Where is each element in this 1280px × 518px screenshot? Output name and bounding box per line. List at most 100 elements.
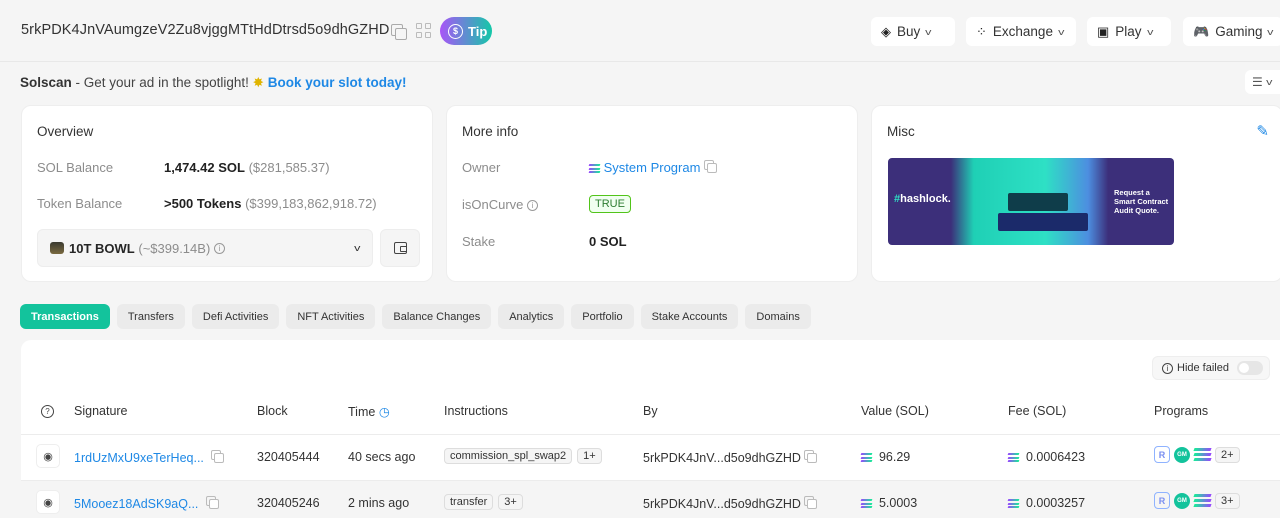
block-link[interactable]: 320405246 <box>257 496 320 510</box>
gm-icon[interactable]: GM <box>1174 492 1190 509</box>
nav-buy-label: Buy <box>897 24 921 39</box>
more-programs-badge[interactable]: 2+ <box>1215 446 1240 463</box>
sol-balance-amount: 1,474.42 SOL <box>164 160 245 175</box>
value-cell: 96.29 <box>860 450 910 464</box>
info-icon: i <box>1162 362 1173 374</box>
signature-cell: 5Mooez18AdSK9aQ... <box>74 496 219 511</box>
owner-link[interactable]: System Program <box>604 160 701 175</box>
tab-stake-accounts[interactable]: Stake Accounts <box>640 304 739 329</box>
play-icon: ▣ <box>1097 23 1110 39</box>
token-balance-label: Token Balance <box>37 196 123 211</box>
tab-portfolio[interactable]: Portfolio <box>571 304 634 329</box>
copy-icon[interactable] <box>391 24 407 40</box>
chevron-down-icon: v <box>925 26 932 37</box>
table-row: ◉ 5Mooez18AdSK9aQ... 320405246 2 mins ag… <box>21 481 1280 518</box>
token-balance-usd: ($399,183,862,918.72) <box>245 196 377 211</box>
col-block: Block <box>257 404 288 418</box>
solana-icon <box>860 453 873 463</box>
toggle-switch[interactable] <box>1236 361 1263 375</box>
nav-play-button[interactable]: ▣ Play v <box>1087 17 1171 46</box>
account-tabs: Transactions Transfers Defi Activities N… <box>20 304 811 329</box>
help-icon[interactable]: ? <box>41 404 54 419</box>
by-cell: 5rkPDK4JnV...d5o9dhGZHD <box>643 450 818 465</box>
token-select[interactable]: 10T BOWL (~$399.14B) i v <box>37 229 373 267</box>
top-bar: 5rkPDK4JnVAumgzeV2Zu8vjggMTtHdDtrsd5o9dh… <box>0 0 1280 62</box>
sol-balance-label: SOL Balance <box>37 160 114 175</box>
clock-icon[interactable]: ◷ <box>379 405 390 419</box>
signature-link[interactable]: 5Mooez18AdSK9aQ... <box>74 497 198 511</box>
tab-domains[interactable]: Domains <box>745 304 811 329</box>
misc-card: Misc ✎ #hashlock. Request a Smart Contra… <box>871 105 1280 282</box>
by-address[interactable]: 5rkPDK4JnV...d5o9dhGZHD <box>643 451 801 465</box>
copy-icon[interactable] <box>211 450 225 463</box>
sparkle-icon: ✸ <box>252 75 264 90</box>
tab-analytics[interactable]: Analytics <box>498 304 565 329</box>
more-programs-badge[interactable]: 3+ <box>1215 492 1240 509</box>
eye-icon[interactable]: ◉ <box>36 490 60 514</box>
signature-link[interactable]: 1rdUzMxU9xeTerHeq... <box>74 451 204 465</box>
solana-program-icon[interactable] <box>1193 494 1212 507</box>
solana-program-icon[interactable] <box>1193 448 1212 461</box>
hide-failed-toggle[interactable]: i Hide failed <box>1152 356 1270 380</box>
stake-label: Stake <box>462 234 496 249</box>
misc-title: Misc <box>887 124 915 139</box>
tip-button[interactable]: $ Tip <box>440 17 492 45</box>
block-link[interactable]: 320405444 <box>257 450 320 464</box>
raydium-icon[interactable]: R <box>1154 492 1170 509</box>
copy-icon[interactable] <box>804 450 818 463</box>
col-time: Time ◷ <box>348 405 390 419</box>
gm-icon[interactable]: GM <box>1174 446 1190 463</box>
nav-gaming-button[interactable]: 🎮 Gaming v <box>1183 17 1280 46</box>
sol-balance-value: 1,474.42 SOL ($281,585.37) <box>164 160 330 175</box>
owner-value: System Program <box>588 160 718 175</box>
wallet-button[interactable] <box>380 229 420 267</box>
raydium-icon[interactable]: R <box>1154 446 1170 463</box>
copy-icon[interactable] <box>704 160 718 173</box>
by-address[interactable]: 5rkPDK4JnV...d5o9dhGZHD <box>643 497 801 511</box>
time-cell: 40 secs ago <box>348 450 416 464</box>
token-name: 10T BOWL <box>69 240 135 256</box>
chevron-down-icon: v <box>353 243 360 253</box>
qr-code-icon[interactable] <box>416 23 431 38</box>
more-info-title: More info <box>462 124 519 139</box>
nav-exchange-button[interactable]: ⁘ Exchange v <box>966 17 1076 46</box>
instructions-cell: transfer 3+ <box>444 494 528 510</box>
tab-transactions[interactable]: Transactions <box>20 304 110 329</box>
col-fee: Fee (SOL) <box>1008 404 1067 418</box>
fee-cell: 0.0006423 <box>1007 450 1085 464</box>
tab-nft-activities[interactable]: NFT Activities <box>286 304 376 329</box>
wallet-icon <box>393 242 407 254</box>
list-icon: ☰ <box>1252 75 1263 89</box>
view-options-button[interactable]: ☰ v <box>1245 70 1280 94</box>
chevron-down-icon: v <box>1265 77 1273 87</box>
eye-icon[interactable]: ◉ <box>36 444 60 468</box>
copy-icon[interactable] <box>804 496 818 509</box>
tab-transfers[interactable]: Transfers <box>116 304 185 329</box>
ad-brand: Solscan <box>20 75 72 90</box>
more-instructions-badge[interactable]: 1+ <box>577 448 602 464</box>
by-cell: 5rkPDK4JnV...d5o9dhGZHD <box>643 496 818 511</box>
signature-cell: 1rdUzMxU9xeTerHeq... <box>74 450 225 465</box>
sol-balance-usd: ($281,585.37) <box>248 160 330 175</box>
token-icon <box>50 242 64 254</box>
nav-buy-button[interactable]: ◈ Buy v <box>871 17 955 46</box>
copy-icon[interactable] <box>205 496 219 509</box>
banner-brand: #hashlock. <box>894 193 951 205</box>
instruction-badge: commission_spl_swap2 <box>444 448 573 464</box>
hashlock-ad-banner[interactable]: #hashlock. Request a Smart Contract Audi… <box>888 158 1174 245</box>
tab-balance-changes[interactable]: Balance Changes <box>382 304 492 329</box>
chevron-down-icon: v <box>1058 26 1065 37</box>
token-balance-value: >500 Tokens ($399,183,862,918.72) <box>164 196 377 211</box>
more-instructions-badge[interactable]: 3+ <box>498 494 523 510</box>
value-cell: 5.0003 <box>860 496 917 510</box>
chevron-down-icon: v <box>1146 26 1153 37</box>
solana-icon <box>1007 453 1020 463</box>
pencil-icon[interactable]: ✎ <box>1256 122 1269 140</box>
tab-defi-activities[interactable]: Defi Activities <box>191 304 280 329</box>
table-row: ◉ 1rdUzMxU9xeTerHeq... 320405444 40 secs… <box>21 435 1280 480</box>
programs-cell: R GM 2+ <box>1154 446 1245 463</box>
nav-gaming-label: Gaming <box>1215 24 1263 39</box>
fee-cell: 0.0003257 <box>1007 496 1085 510</box>
book-slot-link[interactable]: Book your slot today! <box>268 75 407 90</box>
nav-play-label: Play <box>1115 24 1142 39</box>
